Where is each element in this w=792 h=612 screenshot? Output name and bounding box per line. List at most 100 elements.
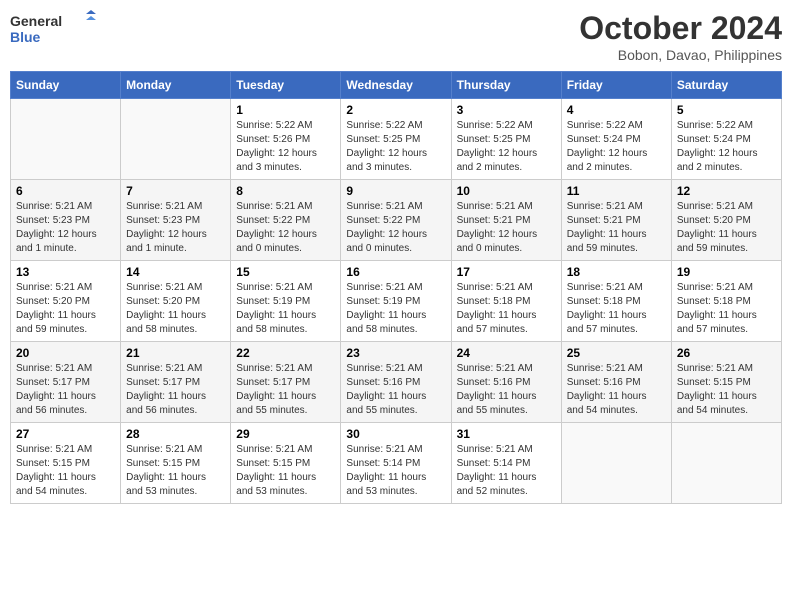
day-number: 8	[236, 184, 335, 198]
day-number: 29	[236, 427, 335, 441]
day-number: 13	[16, 265, 115, 279]
calendar-cell: 8 Sunrise: 5:21 AM Sunset: 5:22 PM Daylig…	[231, 180, 341, 261]
day-number: 31	[457, 427, 556, 441]
calendar-cell: 13Sunrise: 5:21 AM Sunset: 5:20 PM Dayli…	[11, 261, 121, 342]
day-number: 25	[567, 346, 666, 360]
calendar-cell: 25 Sunrise: 5:21 AM Sunset: 5:16 PM Dayli…	[561, 342, 671, 423]
month-title: October 2024	[579, 10, 782, 47]
day-detail: Sunrise: 5:21 AM Sunset: 5:23 PM Dayligh…	[126, 200, 225, 256]
calendar-cell: 22 Sunrise: 5:21 AM Sunset: 5:17 PM Dayli…	[231, 342, 341, 423]
day-number: 7	[126, 184, 225, 198]
day-detail: Sunrise: 5:21 AM Sunset: 5:22 PM Dayligh…	[346, 200, 445, 256]
logo: General Blue	[10, 10, 100, 50]
day-detail: Sunrise: 5:21 AM Sunset: 5:21 PM Dayligh…	[457, 200, 556, 256]
calendar-cell: 3Sunrise: 5:22 AM Sunset: 5:25 PM Daylig…	[451, 99, 561, 180]
day-detail: Sunrise: 5:22 AM Sunset: 5:26 PM Dayligh…	[236, 119, 335, 175]
day-detail: Sunrise: 5:21 AM Sunset: 5:16 PM Dayligh…	[457, 362, 556, 418]
calendar-cell: 7 Sunrise: 5:21 AM Sunset: 5:23 PM Daylig…	[121, 180, 231, 261]
weekday-header: Wednesday	[341, 72, 451, 99]
calendar-cell: 17 Sunrise: 5:21 AM Sunset: 5:18 PM Dayli…	[451, 261, 561, 342]
day-number: 21	[126, 346, 225, 360]
day-detail: Sunrise: 5:22 AM Sunset: 5:24 PM Dayligh…	[677, 119, 776, 175]
calendar-cell	[121, 99, 231, 180]
calendar-week-row: 6 Sunrise: 5:21 AM Sunset: 5:23 PM Daylig…	[11, 180, 782, 261]
day-number: 19	[677, 265, 776, 279]
day-number: 20	[16, 346, 115, 360]
day-detail: Sunrise: 5:21 AM Sunset: 5:15 PM Dayligh…	[16, 443, 115, 499]
calendar-cell: 26 Sunrise: 5:21 AM Sunset: 5:15 PM Dayli…	[671, 342, 781, 423]
day-number: 3	[457, 103, 556, 117]
calendar-cell: 14 Sunrise: 5:21 AM Sunset: 5:20 PM Dayli…	[121, 261, 231, 342]
calendar-header: SundayMondayTuesdayWednesdayThursdayFrid…	[11, 72, 782, 99]
calendar-cell: 6Sunrise: 5:21 AM Sunset: 5:23 PM Daylig…	[11, 180, 121, 261]
calendar-week-row: 1 Sunrise: 5:22 AM Sunset: 5:26 PM Daylig…	[11, 99, 782, 180]
calendar-cell: 9Sunrise: 5:21 AM Sunset: 5:22 PM Daylig…	[341, 180, 451, 261]
weekday-header: Thursday	[451, 72, 561, 99]
day-detail: Sunrise: 5:21 AM Sunset: 5:18 PM Dayligh…	[567, 281, 666, 337]
day-detail: Sunrise: 5:21 AM Sunset: 5:17 PM Dayligh…	[236, 362, 335, 418]
weekday-header: Tuesday	[231, 72, 341, 99]
day-detail: Sunrise: 5:21 AM Sunset: 5:16 PM Dayligh…	[567, 362, 666, 418]
calendar-cell: 16 Sunrise: 5:21 AM Sunset: 5:19 PM Dayli…	[341, 261, 451, 342]
weekday-header: Saturday	[671, 72, 781, 99]
calendar-cell	[671, 423, 781, 504]
weekday-header: Friday	[561, 72, 671, 99]
calendar-cell: 29Sunrise: 5:21 AM Sunset: 5:15 PM Dayli…	[231, 423, 341, 504]
calendar-cell: 2Sunrise: 5:22 AM Sunset: 5:25 PM Daylig…	[341, 99, 451, 180]
calendar-cell: 30Sunrise: 5:21 AM Sunset: 5:14 PM Dayli…	[341, 423, 451, 504]
calendar-cell	[11, 99, 121, 180]
day-number: 18	[567, 265, 666, 279]
day-detail: Sunrise: 5:21 AM Sunset: 5:14 PM Dayligh…	[457, 443, 556, 499]
day-number: 12	[677, 184, 776, 198]
calendar-cell: 4 Sunrise: 5:22 AM Sunset: 5:24 PM Daylig…	[561, 99, 671, 180]
calendar-cell: 31 Sunrise: 5:21 AM Sunset: 5:14 PM Dayli…	[451, 423, 561, 504]
day-number: 5	[677, 103, 776, 117]
day-detail: Sunrise: 5:22 AM Sunset: 5:25 PM Dayligh…	[346, 119, 445, 175]
calendar-cell: 10 Sunrise: 5:21 AM Sunset: 5:21 PM Dayli…	[451, 180, 561, 261]
day-number: 1	[236, 103, 335, 117]
day-number: 22	[236, 346, 335, 360]
day-detail: Sunrise: 5:21 AM Sunset: 5:18 PM Dayligh…	[457, 281, 556, 337]
day-detail: Sunrise: 5:21 AM Sunset: 5:14 PM Dayligh…	[346, 443, 445, 499]
calendar-week-row: 27 Sunrise: 5:21 AM Sunset: 5:15 PM Dayli…	[11, 423, 782, 504]
day-number: 28	[126, 427, 225, 441]
day-detail: Sunrise: 5:21 AM Sunset: 5:20 PM Dayligh…	[126, 281, 225, 337]
weekday-header: Monday	[121, 72, 231, 99]
day-number: 27	[16, 427, 115, 441]
day-number: 23	[346, 346, 445, 360]
calendar-week-row: 13 Sunrise: 5:21 AM Sunset: 5:20 PM Dayli…	[11, 261, 782, 342]
day-number: 4	[567, 103, 666, 117]
day-detail: Sunrise: 5:21 AM Sunset: 5:15 PM Dayligh…	[126, 443, 225, 499]
svg-text:Blue: Blue	[10, 29, 41, 45]
calendar-cell: 15 Sunrise: 5:21 AM Sunset: 5:19 PM Dayli…	[231, 261, 341, 342]
day-detail: Sunrise: 5:21 AM Sunset: 5:22 PM Dayligh…	[236, 200, 335, 256]
location-subtitle: Bobon, Davao, Philippines	[579, 47, 782, 63]
logo-svg: General Blue	[10, 10, 100, 50]
day-number: 6	[16, 184, 115, 198]
calendar-cell: 5 Sunrise: 5:22 AM Sunset: 5:24 PM Daylig…	[671, 99, 781, 180]
calendar-cell: 27 Sunrise: 5:21 AM Sunset: 5:15 PM Dayli…	[11, 423, 121, 504]
day-number: 16	[346, 265, 445, 279]
calendar-cell: 11Sunrise: 5:21 AM Sunset: 5:21 PM Dayli…	[561, 180, 671, 261]
day-detail: Sunrise: 5:21 AM Sunset: 5:16 PM Dayligh…	[346, 362, 445, 418]
day-number: 14	[126, 265, 225, 279]
calendar-week-row: 20 Sunrise: 5:21 AM Sunset: 5:17 PM Dayli…	[11, 342, 782, 423]
day-number: 15	[236, 265, 335, 279]
calendar-cell: 21Sunrise: 5:21 AM Sunset: 5:17 PM Dayli…	[121, 342, 231, 423]
svg-text:General: General	[10, 13, 62, 29]
day-detail: Sunrise: 5:21 AM Sunset: 5:21 PM Dayligh…	[567, 200, 666, 256]
day-detail: Sunrise: 5:21 AM Sunset: 5:18 PM Dayligh…	[677, 281, 776, 337]
day-detail: Sunrise: 5:21 AM Sunset: 5:19 PM Dayligh…	[346, 281, 445, 337]
day-number: 26	[677, 346, 776, 360]
calendar-cell: 20 Sunrise: 5:21 AM Sunset: 5:17 PM Dayli…	[11, 342, 121, 423]
day-number: 24	[457, 346, 556, 360]
day-number: 10	[457, 184, 556, 198]
day-detail: Sunrise: 5:21 AM Sunset: 5:19 PM Dayligh…	[236, 281, 335, 337]
day-number: 17	[457, 265, 556, 279]
calendar-cell: 23 Sunrise: 5:21 AM Sunset: 5:16 PM Dayli…	[341, 342, 451, 423]
day-detail: Sunrise: 5:21 AM Sunset: 5:15 PM Dayligh…	[677, 362, 776, 418]
header: General Blue October 2024 Bobon, Davao, …	[10, 10, 782, 63]
calendar-table: SundayMondayTuesdayWednesdayThursdayFrid…	[10, 71, 782, 504]
day-detail: Sunrise: 5:22 AM Sunset: 5:24 PM Dayligh…	[567, 119, 666, 175]
day-detail: Sunrise: 5:21 AM Sunset: 5:17 PM Dayligh…	[16, 362, 115, 418]
